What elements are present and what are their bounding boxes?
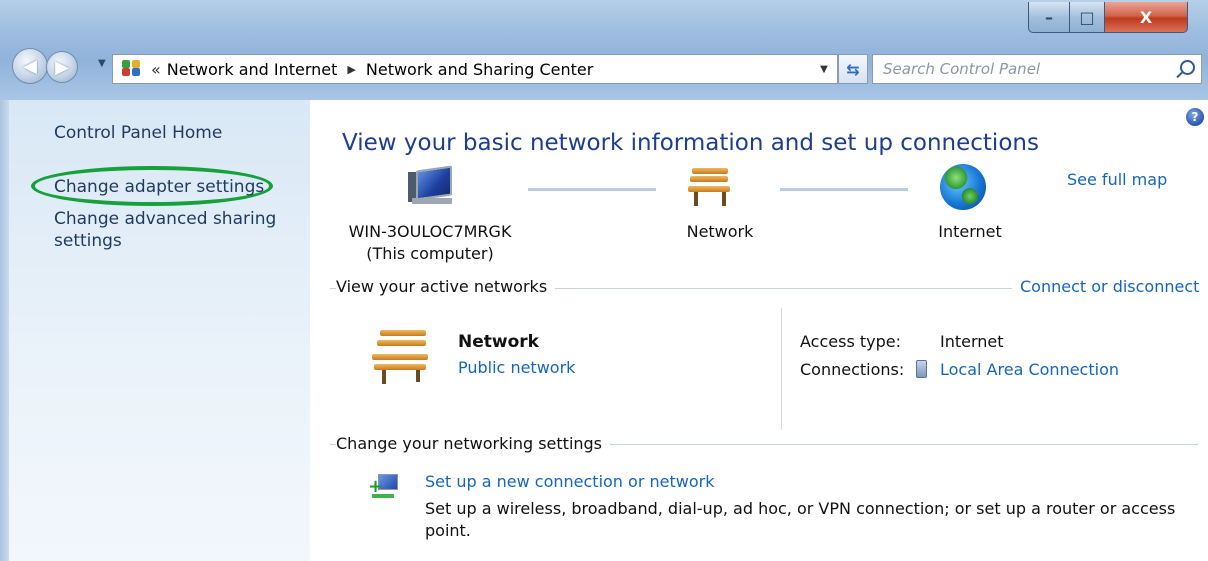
network-type-link[interactable]: Public network [458, 358, 575, 377]
access-type-value: Internet [940, 332, 1004, 351]
internet-globe-icon[interactable] [940, 164, 986, 210]
control-panel-window: – □ X ◀ ▶ ▼ « Network and Internet ▶ Net… [0, 0, 1208, 561]
address-dropdown-button[interactable]: ▼ [811, 55, 837, 83]
computer-icon[interactable] [406, 165, 456, 210]
close-button[interactable]: X [1104, 2, 1188, 33]
breadcrumb-overflow[interactable]: « [151, 60, 161, 79]
computer-name-label: WIN-3OULOC7MRGK [348, 222, 512, 241]
setup-new-connection-link[interactable]: Set up a new connection or network [425, 472, 714, 491]
active-network-name: Network [458, 332, 539, 352]
breadcrumb-separator-icon[interactable]: ▶ [347, 63, 355, 76]
forward-button[interactable]: ▶ [46, 51, 78, 83]
connect-or-disconnect-link[interactable]: Connect or disconnect [1012, 277, 1200, 296]
new-connection-icon: + [368, 472, 398, 500]
control-panel-icon [121, 60, 143, 78]
breadcrumb-network-and-internet[interactable]: Network and Internet [167, 60, 338, 79]
sidebar-item-control-panel-home[interactable]: Control Panel Home [54, 122, 222, 144]
setup-new-connection-description: Set up a wireless, broadband, dial-up, a… [425, 499, 1176, 540]
active-networks-header: View your active networks [336, 277, 556, 296]
sidebar: Control Panel Home Change adapter settin… [8, 100, 311, 561]
see-full-map-link[interactable]: See full map [1067, 170, 1167, 189]
network-bench-icon[interactable] [688, 166, 738, 210]
networking-settings-header: Change your networking settings [336, 434, 611, 453]
page-title: View your basic network information and … [342, 130, 1039, 156]
access-type-label: Access type: [800, 332, 901, 351]
computer-sub-label: (This computer) [366, 244, 494, 263]
sidebar-item-change-adapter-settings[interactable]: Change adapter settings [54, 176, 264, 198]
vertical-divider [781, 308, 782, 430]
help-icon[interactable]: ? [1186, 108, 1204, 126]
refresh-icon: ⇆ [846, 59, 860, 79]
search-icon[interactable] [1180, 60, 1195, 75]
refresh-button[interactable]: ⇆ [838, 54, 868, 84]
title-bar: – □ X ◀ ▶ ▼ « Network and Internet ▶ Net… [0, 0, 1208, 101]
map-connection-line [528, 188, 656, 191]
active-network-bench-icon [372, 328, 432, 384]
window-frame-left [0, 100, 8, 561]
ethernet-icon [916, 360, 927, 378]
main-content: ? View your basic network information an… [310, 100, 1208, 561]
connections-label: Connections: [800, 360, 905, 379]
minimize-button[interactable]: – [1028, 2, 1070, 33]
local-area-connection-link[interactable]: Local Area Connection [940, 360, 1119, 379]
sidebar-item-change-advanced-sharing-settings[interactable]: Change advanced sharing settings [54, 208, 284, 252]
maximize-button[interactable]: □ [1069, 2, 1105, 33]
breadcrumb-network-and-sharing-center[interactable]: Network and Sharing Center [366, 60, 593, 79]
back-button[interactable]: ◀ [12, 48, 48, 84]
search-input[interactable] [881, 56, 1175, 82]
forward-arrow-icon: ▶ [55, 56, 69, 78]
search-box[interactable] [872, 54, 1202, 84]
recent-pages-dropdown[interactable]: ▼ [98, 58, 106, 69]
back-arrow-icon: ◀ [23, 55, 37, 77]
address-bar[interactable]: « Network and Internet ▶ Network and Sha… [112, 54, 838, 84]
internet-label: Internet [938, 222, 1002, 241]
map-connection-line [780, 188, 908, 191]
network-label: Network [686, 222, 754, 241]
